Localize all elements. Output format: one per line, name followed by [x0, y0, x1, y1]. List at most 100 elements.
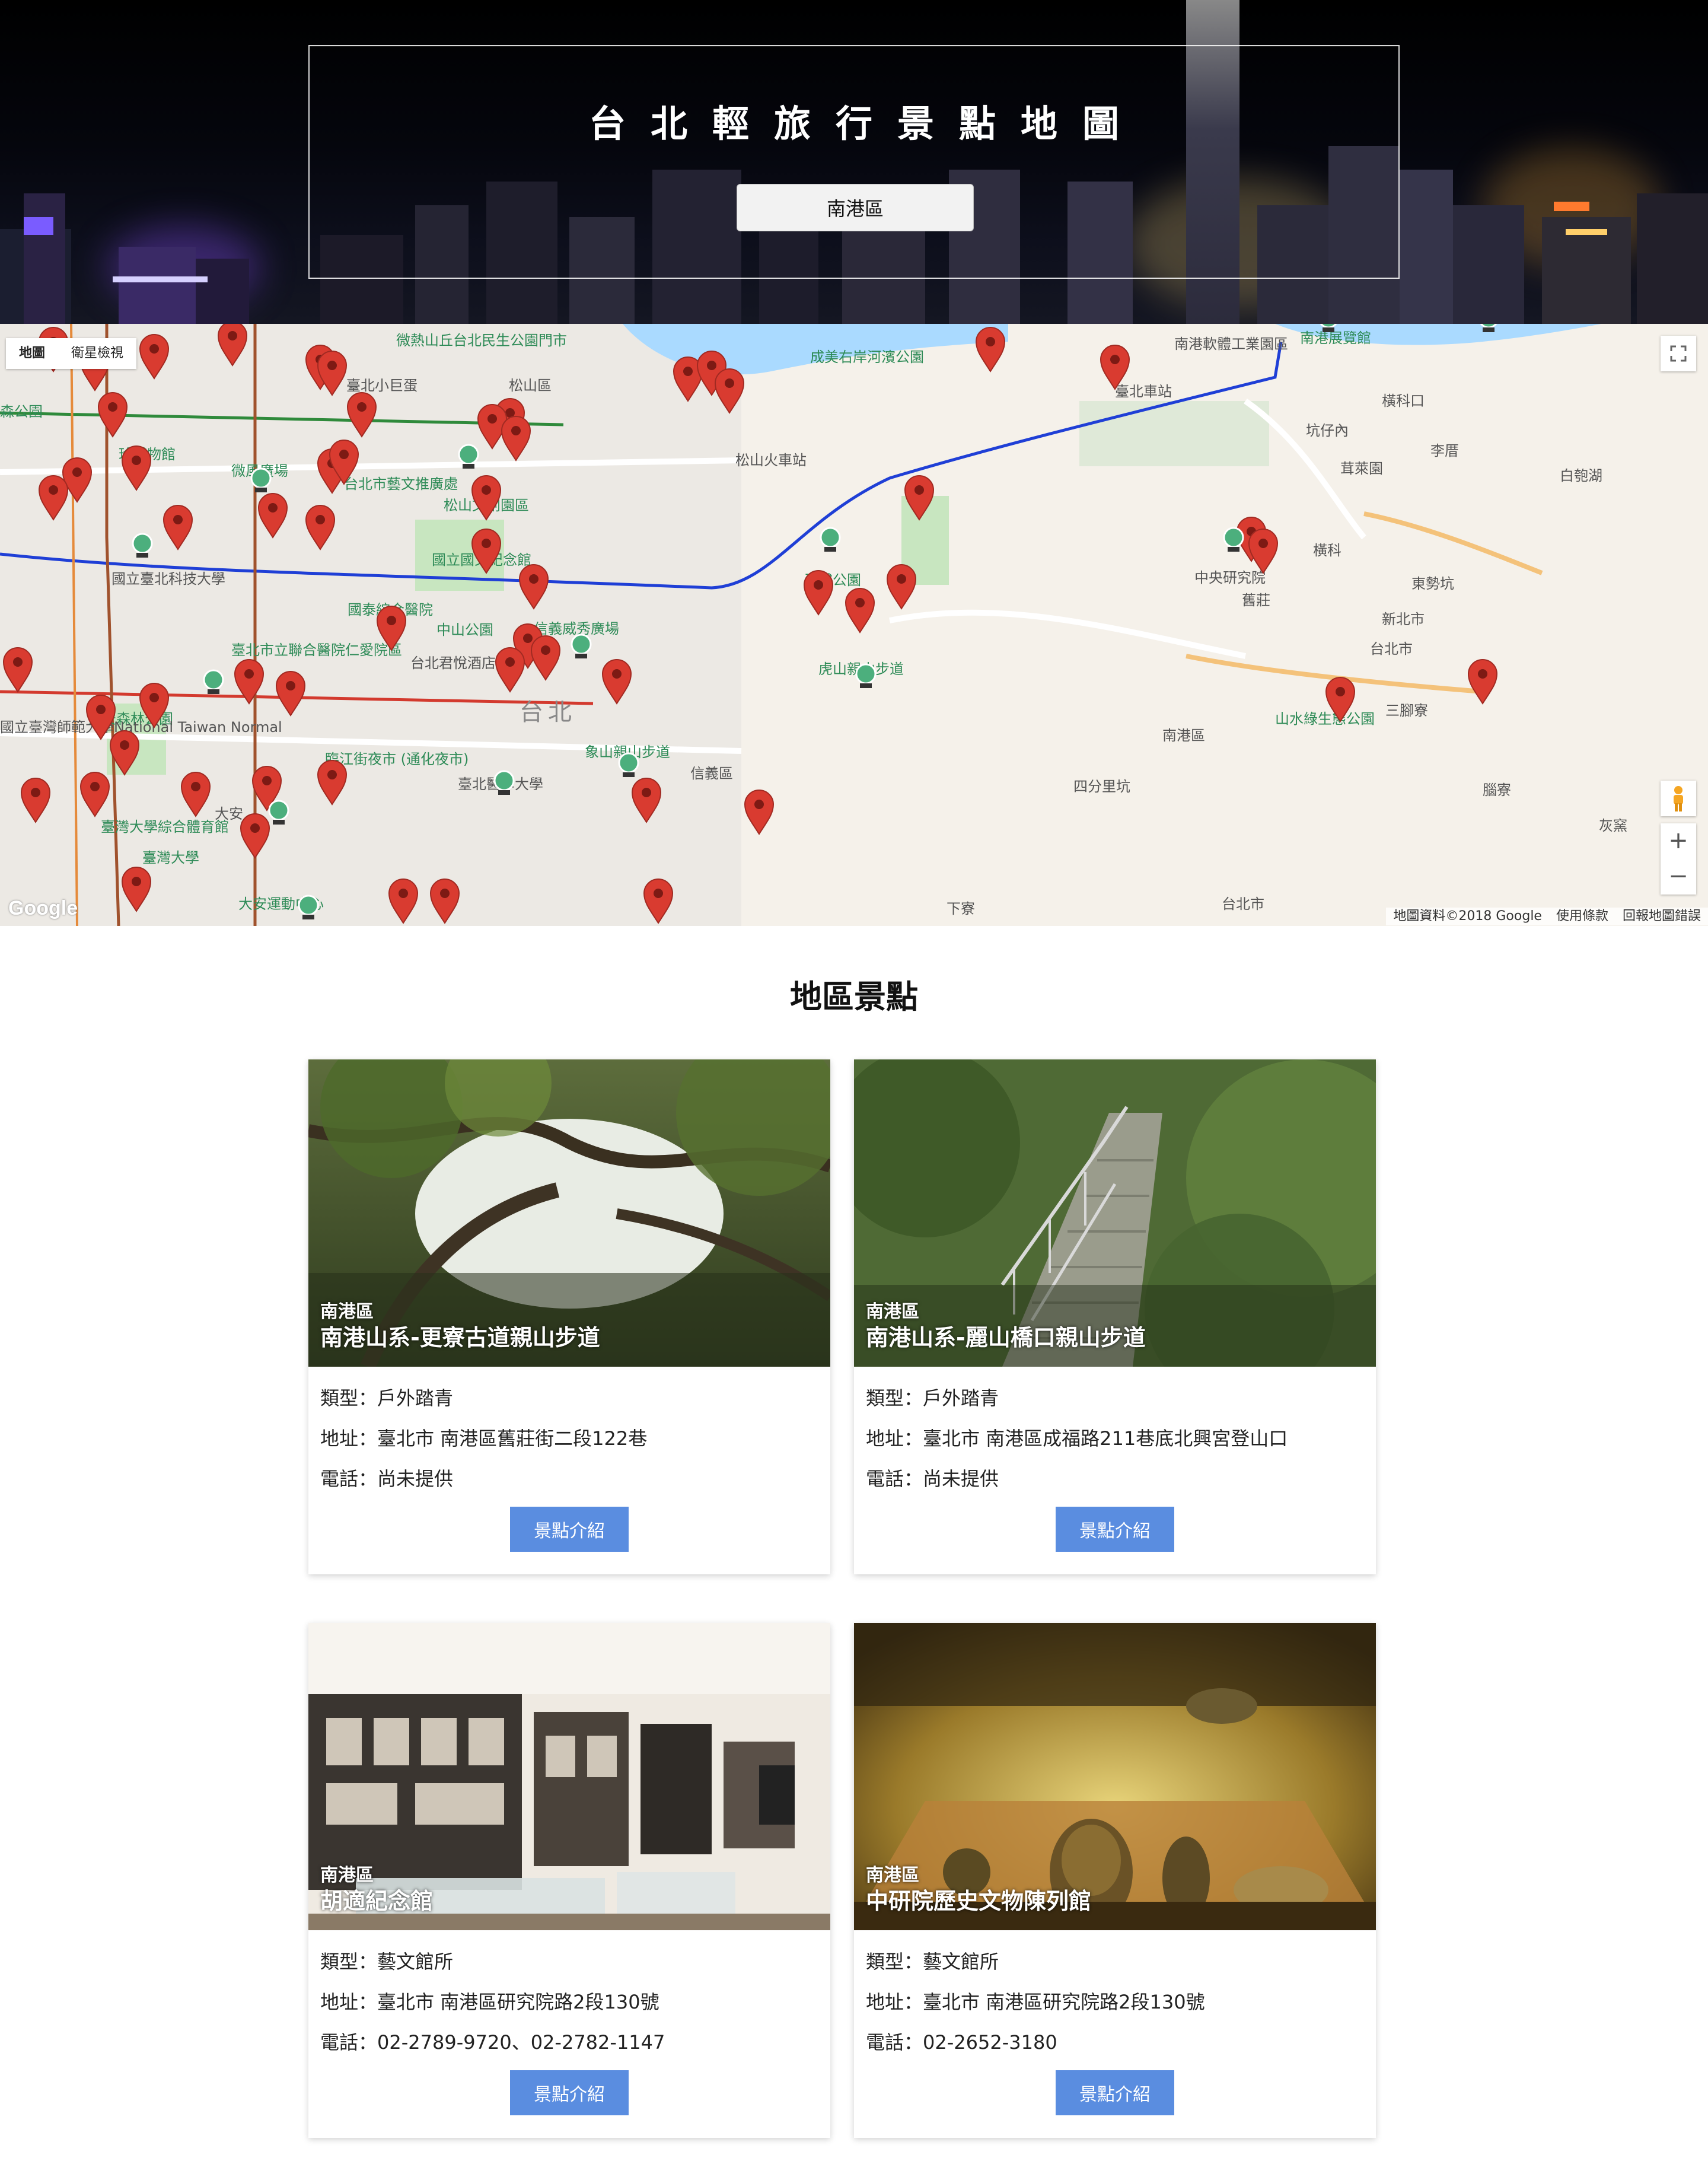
map-marker-red[interactable] [904, 475, 935, 521]
skyline-building [119, 247, 196, 324]
spot-phone: 電話：尚未提供 [320, 1468, 454, 1490]
spot-name: 胡適紀念館 [320, 1888, 434, 1914]
map-marker-red[interactable] [376, 606, 407, 651]
map-marker-red[interactable] [886, 564, 917, 610]
map-marker-red[interactable] [180, 772, 211, 817]
google-map[interactable]: 松山區 成美右岸河濱公園 南港軟體工業園區 南港展覽館 橫科口 坑仔內 李厝 白… [0, 324, 1708, 926]
zoom-out-button[interactable]: − [1661, 859, 1696, 895]
map-marker-red[interactable] [97, 392, 128, 438]
fullscreen-button[interactable] [1661, 336, 1696, 371]
map-marker-red[interactable] [471, 475, 502, 521]
map-marker-red[interactable] [530, 635, 561, 681]
map-marker-red[interactable] [139, 683, 170, 728]
spot-phone: 電話：尚未提供 [866, 1468, 999, 1490]
map-marker-red[interactable] [240, 813, 270, 859]
street-view-button[interactable] [1661, 781, 1696, 816]
map-marker-green[interactable] [132, 533, 153, 558]
map-marker-red[interactable] [317, 351, 348, 396]
spot-type: 類型：藝文館所 [320, 1950, 454, 1973]
map-marker-green[interactable] [298, 895, 319, 919]
spot-name: 南港山系-麗山橋口親山步道 [866, 1325, 1146, 1351]
map-marker-red[interactable] [471, 529, 502, 574]
map-marker-red[interactable] [1325, 677, 1356, 723]
map-marker-green[interactable] [458, 444, 479, 469]
map-marker-red[interactable] [714, 368, 745, 414]
district-select[interactable]: 南港區 [737, 184, 974, 231]
spot-intro-button[interactable]: 景點介紹 [1056, 2070, 1174, 2115]
map-marker-green[interactable] [618, 752, 639, 777]
map-marker-red[interactable] [305, 505, 336, 550]
map-marker-green[interactable] [203, 669, 224, 694]
skyline-building [24, 193, 65, 324]
map-marker-red[interactable] [234, 659, 265, 705]
map-marker-red[interactable] [38, 475, 69, 521]
zoom-in-button[interactable]: + [1661, 823, 1696, 859]
map-marker-green[interactable] [1223, 527, 1244, 552]
map-marker-red[interactable] [975, 327, 1006, 373]
map-marker-red[interactable] [495, 647, 525, 693]
spot-intro-button[interactable]: 景點介紹 [1056, 1507, 1174, 1552]
spot-phone: 電話：02-2789-9720、02-2782-1147 [320, 2031, 665, 2054]
map-marker-red[interactable] [2, 647, 33, 693]
spot-intro-button[interactable]: 景點介紹 [510, 2070, 629, 2115]
map-marker-red[interactable] [346, 392, 377, 438]
map-marker-red[interactable] [139, 334, 170, 380]
map-marker-green[interactable] [855, 663, 877, 688]
skyline-building [1400, 170, 1453, 324]
map-type-control: 地圖 衛星檢視 [6, 338, 137, 369]
map-marker-red[interactable] [275, 671, 306, 717]
spot-type: 類型：戶外踏青 [320, 1387, 454, 1409]
map-marker-red[interactable] [109, 730, 140, 776]
spot-intro-button[interactable]: 景點介紹 [510, 1507, 629, 1552]
map-marker-red[interactable] [121, 867, 152, 912]
map-marker-red[interactable] [20, 778, 51, 823]
map-marker-red[interactable] [162, 505, 193, 550]
neon-sign [1566, 229, 1607, 235]
map-type-satellite[interactable]: 衛星檢視 [58, 338, 136, 369]
map-marker-red[interactable] [217, 324, 248, 367]
map-marker-red[interactable] [1467, 659, 1498, 705]
map-marker-red[interactable] [518, 564, 549, 610]
map-marker-green[interactable] [250, 467, 272, 492]
map-marker-red[interactable] [601, 659, 632, 705]
map-attribution: 地圖資料©2018 Google [1393, 909, 1542, 924]
report-error-link[interactable]: 回報地圖錯誤 [1615, 908, 1708, 925]
map-footer: 地圖資料©2018 Google 使用條款 回報地圖錯誤 [1386, 908, 1708, 925]
hero-banner: 台北輕旅行景點地圖 南港區 [0, 0, 1708, 324]
skyline-building [1637, 193, 1708, 324]
spot-address: 地址：臺北市 南港區舊莊街二段122巷 [320, 1427, 648, 1450]
map-marker-green[interactable] [820, 527, 841, 552]
map-marker-red[interactable] [643, 879, 674, 924]
map-marker-red[interactable] [631, 778, 662, 823]
map-marker-green[interactable] [1479, 324, 1498, 332]
map-marker-red[interactable] [845, 588, 875, 634]
page-title: 台北輕旅行景點地圖 [588, 102, 1144, 145]
map-marker-green[interactable] [268, 800, 289, 825]
map-marker-red[interactable] [317, 760, 348, 806]
google-logo: Google [8, 897, 78, 919]
terms-link[interactable]: 使用條款 [1549, 908, 1615, 925]
marker-layer[interactable] [0, 324, 1708, 926]
map-type-roadmap[interactable]: 地圖 [6, 338, 58, 369]
map-marker-red[interactable] [388, 879, 419, 924]
neon-sign [113, 276, 208, 282]
map-marker-red[interactable] [257, 493, 288, 539]
map-marker-green[interactable] [493, 770, 515, 795]
spot-address: 地址：臺北市 南港區研究院路2段130號 [866, 1991, 1205, 2013]
map-marker-red[interactable] [1248, 529, 1279, 574]
map-marker-red[interactable] [429, 879, 460, 924]
map-marker-green[interactable] [571, 634, 592, 658]
map-marker-green[interactable] [1319, 324, 1338, 332]
map-marker-red[interactable] [121, 445, 152, 491]
spot-name: 南港山系-更寮古道親山步道 [320, 1325, 600, 1351]
spot-address: 地址：臺北市 南港區研究院路2段130號 [320, 1991, 659, 2013]
map-marker-red[interactable] [1100, 345, 1130, 390]
fullscreen-icon [1670, 345, 1687, 362]
map-marker-red[interactable] [744, 790, 775, 835]
map-marker-red[interactable] [85, 695, 116, 740]
map-marker-red[interactable] [79, 772, 110, 817]
map-marker-red[interactable] [501, 416, 531, 462]
map-marker-red[interactable] [803, 570, 834, 616]
spot-type: 類型：戶外踏青 [866, 1387, 999, 1409]
zoom-control: + − [1661, 823, 1696, 895]
